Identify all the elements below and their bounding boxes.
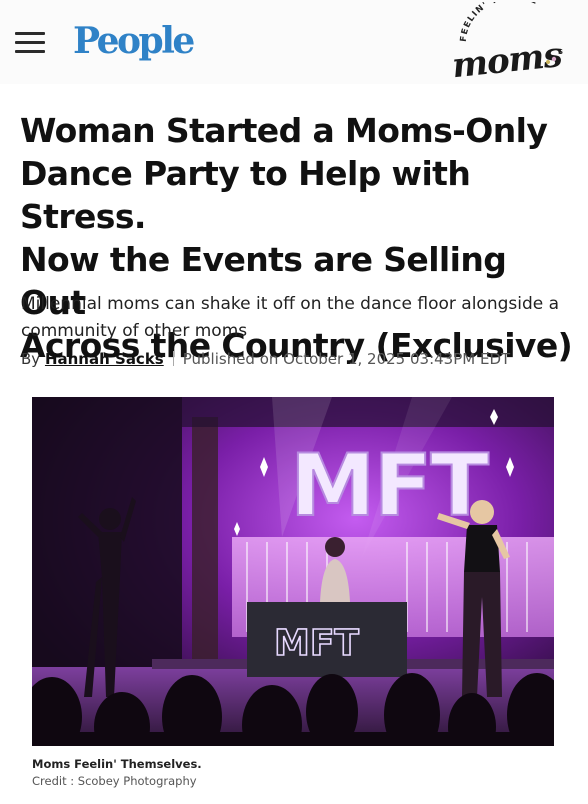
photo-credit: Credit : Scobey Photography <box>32 774 197 788</box>
publish-date: Published on October 1, 2025 03:43PM EDT <box>182 350 511 368</box>
photo-caption: Moms Feelin' Themselves. Credit : Scobey… <box>32 756 202 790</box>
booth-sign-text: MFT <box>274 623 359 664</box>
author-link[interactable]: Hannah Sacks <box>45 350 164 368</box>
svg-text:FEELIN' THEMSE: FEELIN' THEMSE <box>459 2 540 42</box>
article-subheading: Millennial moms can shake it off on the … <box>21 291 588 345</box>
hamburger-menu-icon[interactable] <box>15 32 45 54</box>
moms-feelin-themselves-logo[interactable]: FEELIN' THEMSE S moms <box>444 2 576 82</box>
people-logo[interactable]: People <box>73 20 195 62</box>
byline-prefix: By <box>21 350 41 368</box>
subhead-line: community of other moms <box>21 321 248 341</box>
article-photo[interactable]: MFT MFT <box>32 397 554 746</box>
headline-line: Woman Started a Moms-Only <box>20 111 548 150</box>
site-header: People FEELIN' THEMSE S moms <box>0 0 588 84</box>
byline: By Hannah Sacks Published on October 1, 2… <box>21 350 510 368</box>
caption-title: Moms Feelin' Themselves. <box>32 757 202 771</box>
headline-line: Dance Party to Help with Stress. <box>20 154 471 236</box>
subhead-line: Millennial moms can shake it off on the … <box>21 294 560 314</box>
byline-divider <box>172 351 174 366</box>
